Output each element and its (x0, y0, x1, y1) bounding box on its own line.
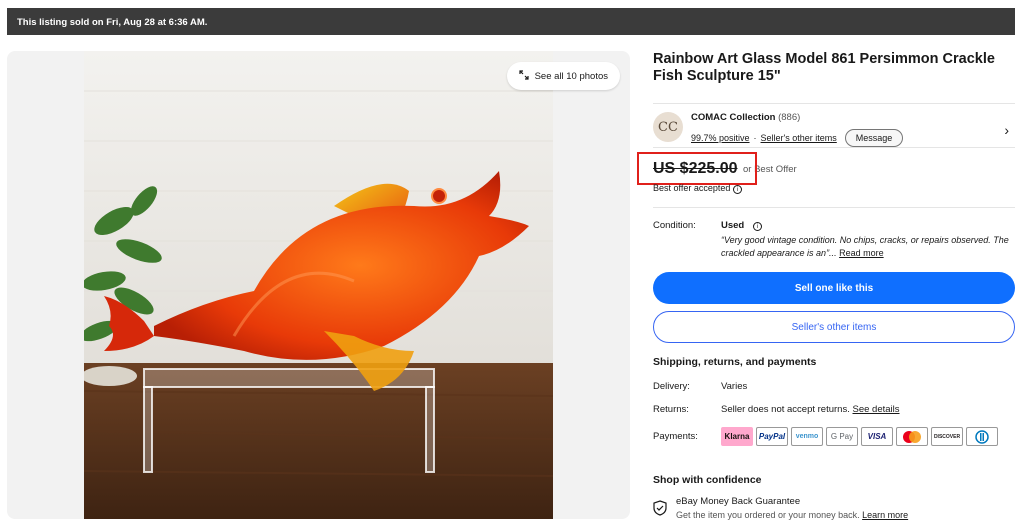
seller-card[interactable]: CC COMAC Collection (886) 99.7% positive… (653, 103, 1015, 147)
sell-one-like-this-button[interactable]: Sell one like this (653, 272, 1015, 304)
delivery-value: Varies (721, 381, 748, 392)
returns-row: Returns: Seller does not accept returns.… (653, 404, 1015, 415)
seller-links: 99.7% positive · Seller's other items Me… (691, 129, 904, 147)
chevron-right-icon[interactable]: › (1004, 122, 1009, 138)
seller-other-items-link[interactable]: Seller's other items (761, 133, 837, 143)
seller-feedback-count: (886) (778, 112, 801, 123)
seller-name[interactable]: COMAC Collection (886) (691, 112, 800, 123)
delivery-label: Delivery: (653, 381, 690, 392)
message-button[interactable]: Message (844, 129, 904, 147)
image-gallery[interactable]: See all 10 photos (7, 51, 630, 519)
shipping-title: Shipping, returns, and payments (653, 356, 817, 368)
diners-club-icon (966, 427, 998, 446)
info-icon[interactable]: i (732, 185, 742, 194)
guarantee-desc: Get the item you ordered or your money b… (676, 510, 908, 520)
separator-dot: · (753, 133, 757, 143)
sellers-other-items-button[interactable]: Seller's other items (653, 311, 1015, 343)
klarna-icon: Klarna (721, 427, 753, 446)
seller-avatar[interactable]: CC (653, 112, 683, 142)
visa-icon: VISA (861, 427, 893, 446)
returns-value-text: Seller does not accept returns. (721, 404, 850, 415)
paypal-icon: PayPal (756, 427, 788, 446)
shop-confidence-title: Shop with confidence (653, 474, 762, 486)
best-offer-accepted-text: Best offer accepted (653, 183, 731, 193)
condition-quote: “Very good vintage condition. No chips, … (721, 234, 1015, 260)
best-offer-accepted: Best offer accepted i (653, 183, 742, 194)
returns-label: Returns: (653, 404, 689, 415)
fish-sculpture-image (84, 51, 553, 519)
guarantee-desc-text: Get the item you ordered or your money b… (676, 510, 860, 520)
item-details-panel: Rainbow Art Glass Model 861 Persimmon Cr… (637, 51, 1015, 520)
payment-methods: Klarna PayPal venmo G Pay VISA DISCOVER (721, 427, 998, 446)
price-block: US $225.00 or Best Offer Best offer acce… (637, 147, 1015, 207)
sold-banner: This listing sold on Fri, Aug 28 at 6:36… (7, 8, 1015, 35)
payments-label: Payments: (653, 431, 698, 442)
seller-name-text[interactable]: COMAC Collection (691, 112, 775, 123)
shield-check-icon (653, 500, 667, 521)
guarantee-title: eBay Money Back Guarantee (676, 496, 801, 507)
returns-value: Seller does not accept returns. See deta… (721, 404, 900, 415)
see-all-label: See all 10 photos (534, 70, 608, 82)
item-title: Rainbow Art Glass Model 861 Persimmon Cr… (653, 51, 995, 84)
payments-row: Payments: Klarna PayPal venmo G Pay VISA… (653, 427, 1015, 446)
see-all-photos-button[interactable]: See all 10 photos (506, 62, 620, 90)
condition-section: Condition: Used i “Very good vintage con… (653, 207, 1015, 258)
price-highlight-box (637, 152, 757, 185)
read-more-link[interactable]: Read more (839, 248, 884, 258)
seller-positive-link[interactable]: 99.7% positive (691, 133, 750, 143)
delivery-row: Delivery: Varies (653, 381, 1015, 392)
google-pay-icon: G Pay (826, 427, 858, 446)
mastercard-icon (896, 427, 928, 446)
condition-info-icon[interactable]: i (752, 222, 762, 231)
condition-value-block: Used i “Very good vintage condition. No … (721, 220, 1015, 260)
condition-label: Condition: (653, 220, 696, 231)
expand-icon (518, 69, 529, 83)
see-details-link[interactable]: See details (853, 404, 900, 415)
condition-value: Used (721, 220, 745, 231)
venmo-icon: venmo (791, 427, 823, 446)
discover-icon: DISCOVER (931, 427, 963, 446)
product-photo[interactable] (84, 51, 553, 519)
learn-more-link[interactable]: Learn more (862, 510, 908, 520)
